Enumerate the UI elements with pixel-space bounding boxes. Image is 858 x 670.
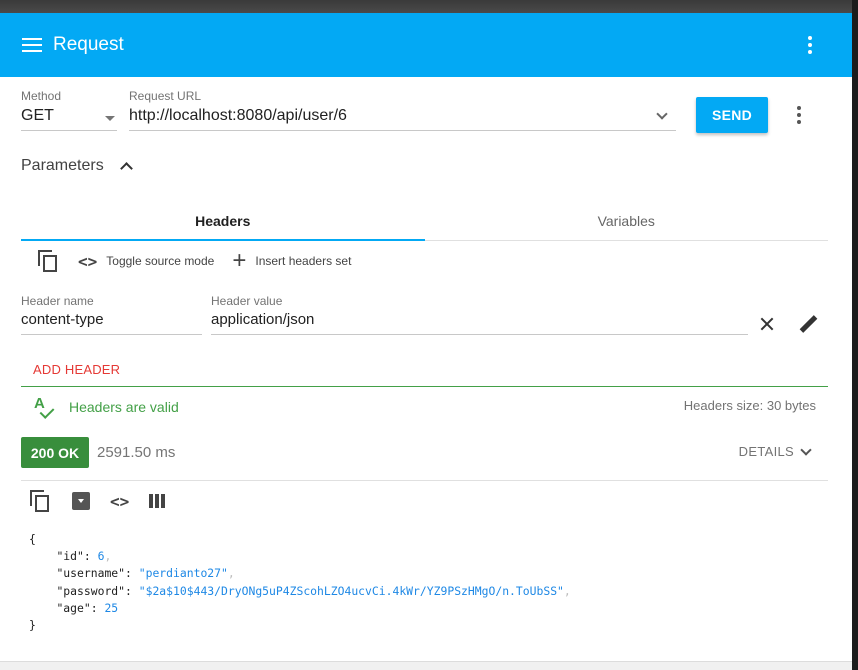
- more-vert-icon[interactable]: [798, 33, 822, 57]
- send-button[interactable]: SEND: [696, 97, 768, 133]
- copy-icon[interactable]: [38, 250, 60, 272]
- method-label: Method: [21, 89, 62, 103]
- validation-text: Headers are valid: [69, 399, 179, 415]
- response-time: 2591.50 ms: [97, 444, 176, 461]
- window-frame-edge: [852, 0, 858, 670]
- response-status-row: 200 OK 2591.50 ms DETAILS: [21, 437, 828, 469]
- validation-status: A Headers are valid: [34, 395, 179, 419]
- json-line: "username": "perdianto27",: [56, 566, 235, 581]
- tab-variables[interactable]: Variables: [425, 201, 829, 240]
- view-column-icon[interactable]: [149, 494, 166, 508]
- json-key: "password": [56, 583, 126, 598]
- page-title: Request: [53, 34, 124, 55]
- url-input[interactable]: http://localhost:8080/api/user/6: [129, 107, 676, 131]
- close-icon[interactable]: [757, 314, 777, 334]
- request-line: Method GET Request URL http://localhost:…: [21, 89, 841, 145]
- os-title-strip: [0, 0, 858, 13]
- bottom-scroll-strip: [0, 661, 852, 670]
- plus-icon[interactable]: +: [232, 249, 246, 273]
- method-value: GET: [21, 107, 54, 124]
- response-divider: [21, 480, 828, 481]
- chevron-up-icon: [118, 158, 134, 174]
- dropdown-caret-icon: [105, 116, 115, 121]
- save-icon[interactable]: [72, 492, 90, 510]
- response-body: { "id": 6, "username": "perdianto27", "p…: [29, 531, 571, 634]
- json-value: 25: [104, 600, 119, 615]
- spellcheck-icon: A: [34, 395, 58, 419]
- header-name-input[interactable]: content-type: [21, 311, 202, 335]
- headers-divider: [21, 386, 828, 387]
- request-app: Request Method GET Request URL http://lo…: [0, 13, 852, 670]
- json-value: "perdianto27": [138, 566, 228, 581]
- parameters-label: Parameters: [21, 157, 104, 174]
- url-value: http://localhost:8080/api/user/6: [129, 107, 347, 124]
- add-header-button[interactable]: ADD HEADER: [33, 362, 120, 377]
- json-key: "age": [56, 600, 91, 615]
- json-key: "id": [56, 549, 84, 564]
- header-value-input[interactable]: application/json: [211, 311, 748, 335]
- chevron-down-icon[interactable]: [656, 108, 668, 120]
- method-select[interactable]: GET: [21, 107, 117, 131]
- json-open-brace: {: [29, 532, 36, 546]
- code-icon[interactable]: <>: [110, 492, 129, 511]
- request-more-vert-icon[interactable]: [787, 103, 811, 127]
- parameters-tabs: Headers Variables: [21, 201, 828, 241]
- edit-icon[interactable]: [797, 314, 821, 338]
- json-close-brace: }: [29, 618, 36, 633]
- copy-response-icon[interactable]: [30, 490, 52, 512]
- details-label: DETAILS: [738, 444, 794, 459]
- json-key: "username": [56, 566, 126, 581]
- status-badge: 200 OK: [21, 437, 89, 468]
- details-button[interactable]: DETAILS: [739, 444, 812, 459]
- menu-icon[interactable]: [22, 38, 42, 52]
- headers-size: Headers size: 30 bytes: [683, 398, 816, 413]
- toggle-source-mode-button[interactable]: Toggle source mode: [106, 254, 214, 268]
- header-row: Header name content-type Header value ap…: [21, 294, 831, 350]
- json-value: "$2a$10$443/DryONg5uP4ZScohLZO4ucvCi.4kW…: [138, 583, 564, 598]
- header-name-label: Header name: [21, 294, 94, 308]
- response-toolbar: <>: [30, 490, 166, 512]
- insert-headers-set-button[interactable]: Insert headers set: [255, 254, 351, 268]
- top-toolbar: Request: [0, 13, 852, 77]
- header-value-label: Header value: [211, 294, 283, 308]
- code-icon[interactable]: <>: [78, 252, 97, 271]
- chevron-down-icon: [800, 446, 812, 458]
- tab-headers[interactable]: Headers: [21, 201, 425, 241]
- json-line: "id": 6,: [56, 549, 112, 564]
- json-line: "age": 25: [56, 600, 119, 615]
- parameters-toggle[interactable]: Parameters: [21, 157, 134, 175]
- json-line: "password": "$2a$10$443/DryONg5uP4ZScohL…: [56, 583, 571, 598]
- headers-toolbar: <> Toggle source mode + Insert headers s…: [38, 249, 351, 273]
- url-label: Request URL: [129, 89, 202, 103]
